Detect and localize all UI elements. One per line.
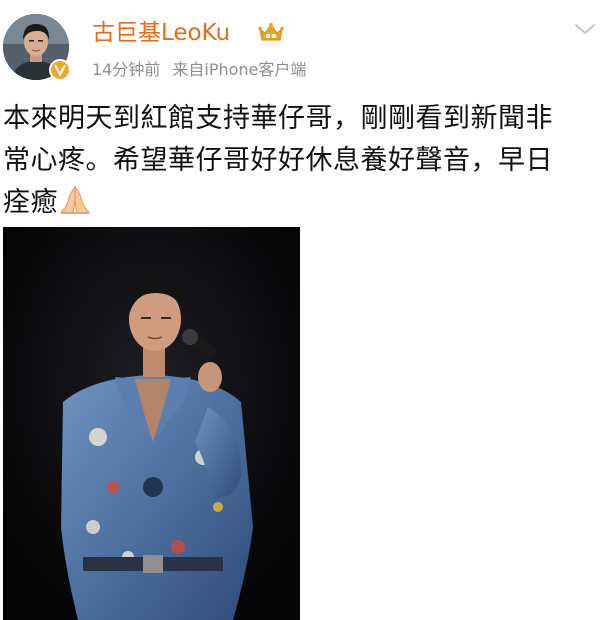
post-time: 14分钟前	[92, 60, 161, 79]
author-name[interactable]: 古巨基LeoKu	[92, 18, 230, 48]
post-photo[interactable]	[3, 227, 300, 620]
post-text: 本來明天到紅館支持華仔哥，剛剛看到新聞非 常心疼。希望華仔哥好好休息養好聲音，早…	[3, 98, 601, 224]
post-text-segment: 痊癒	[3, 187, 58, 218]
post-text-line: 常心疼。希望華仔哥好好休息養好聲音，早日	[3, 145, 553, 176]
crown-member-icon[interactable]	[258, 22, 284, 44]
weibo-post: 古巨基LeoKu 14分钟前 来自iPhone客户端 本來明天到紅館支持華仔哥，剛…	[0, 0, 605, 620]
post-meta: 14分钟前 来自iPhone客户端	[92, 59, 306, 81]
folded-hands-icon	[59, 185, 91, 214]
chevron-down-icon[interactable]	[574, 22, 596, 36]
post-text-line: 痊癒	[3, 182, 601, 224]
verified-badge-icon	[49, 59, 71, 81]
performer-image	[3, 227, 300, 620]
post-text-line: 本來明天到紅館支持華仔哥，剛剛看到新聞非	[3, 103, 553, 134]
post-header: 古巨基LeoKu 14分钟前 来自iPhone客户端	[0, 0, 605, 92]
post-source[interactable]: 来自iPhone客户端	[172, 60, 306, 79]
